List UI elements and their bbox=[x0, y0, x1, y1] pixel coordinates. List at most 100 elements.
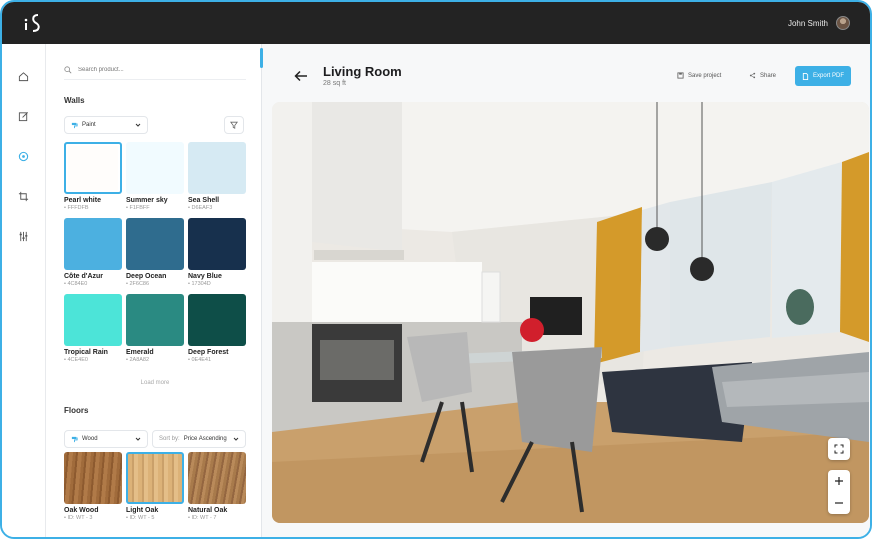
room-preview[interactable] bbox=[272, 102, 869, 523]
minus-icon bbox=[835, 502, 843, 504]
swatch-color[interactable] bbox=[188, 218, 246, 270]
floor-code: • ID: WT - 7 bbox=[188, 515, 217, 521]
swatch-name: Sea Shell bbox=[188, 197, 220, 204]
swatch-item[interactable]: Tropical Rain • 4CE4E0 bbox=[64, 294, 122, 370]
swatch-color[interactable] bbox=[126, 142, 184, 194]
swatch-code: • 0E4E41 bbox=[188, 357, 212, 363]
user-menu[interactable]: John Smith bbox=[788, 12, 850, 34]
paint-roller-icon bbox=[71, 436, 78, 442]
floor-tile-grid: Oak Wood • ID: WT - 3 Light Oak • ID: WT… bbox=[64, 452, 246, 528]
floor-swatch[interactable] bbox=[126, 452, 184, 504]
floor-item[interactable]: Oak Wood • ID: WT - 3 bbox=[64, 452, 122, 528]
top-bar: John Smith bbox=[2, 2, 870, 44]
plus-icon bbox=[835, 477, 843, 485]
swatch-code: • 2F6C86 bbox=[126, 281, 150, 287]
swatch-name: Summer sky bbox=[126, 197, 168, 204]
share-button[interactable]: Share bbox=[749, 72, 776, 79]
swatch-item[interactable]: Deep Forest • 0E4E41 bbox=[188, 294, 246, 370]
swatch-name: Côte d'Azur bbox=[64, 273, 103, 280]
floor-type-label: Wood bbox=[82, 436, 98, 442]
page-title: Living Room bbox=[323, 64, 402, 79]
home-icon[interactable] bbox=[15, 68, 31, 84]
zoom-controls bbox=[828, 470, 850, 514]
chevron-down-icon bbox=[135, 123, 141, 127]
swatch-code: • F1FBFF bbox=[126, 205, 150, 211]
chevron-down-icon bbox=[135, 437, 141, 441]
fullscreen-icon bbox=[834, 444, 844, 454]
floor-name: Light Oak bbox=[126, 507, 159, 514]
save-project-button[interactable]: Save project bbox=[677, 72, 721, 79]
zoom-in-button[interactable] bbox=[834, 470, 844, 492]
swatch-code: • FFFDFB bbox=[64, 205, 89, 211]
floor-name: Natural Oak bbox=[188, 507, 228, 514]
swatch-name: Deep Forest bbox=[188, 349, 229, 356]
swatch-item[interactable]: Pearl white • FFFDFB bbox=[64, 142, 122, 218]
swatch-item[interactable]: Emerald • 2A8A82 bbox=[126, 294, 184, 370]
swatch-name: Emerald bbox=[126, 349, 154, 356]
swatch-name: Tropical Rain bbox=[64, 349, 108, 356]
swatch-code: • 2A8A82 bbox=[126, 357, 150, 363]
swatch-color[interactable] bbox=[126, 294, 184, 346]
side-rail bbox=[2, 44, 46, 537]
room-render-image bbox=[272, 102, 869, 523]
swatch-name: Navy Blue bbox=[188, 273, 222, 280]
sort-value: Price Ascending bbox=[183, 436, 227, 442]
export-pdf-button[interactable]: Export PDF bbox=[795, 66, 851, 86]
swatch-code: • 4CE4E0 bbox=[64, 357, 88, 363]
swatch-code: • D6EAF3 bbox=[188, 205, 213, 211]
swatch-name: Pearl white bbox=[64, 197, 101, 204]
swatch-color[interactable] bbox=[64, 142, 122, 194]
share-label: Share bbox=[760, 72, 777, 79]
chevron-down-icon bbox=[233, 437, 239, 441]
document-icon bbox=[802, 72, 809, 80]
floors-title: Floors bbox=[64, 406, 89, 415]
product-panel: Walls Paint Pearl white • FFFDFB Summer … bbox=[46, 44, 262, 537]
sliders-icon[interactable] bbox=[15, 228, 31, 244]
user-name: John Smith bbox=[787, 18, 828, 28]
swatch-item[interactable]: Deep Ocean • 2F6C86 bbox=[126, 218, 184, 294]
share-icon bbox=[749, 72, 756, 79]
swatch-item[interactable]: Sea Shell • D6EAF3 bbox=[188, 142, 246, 218]
floor-type-dropdown[interactable]: Wood bbox=[64, 430, 148, 448]
app-logo[interactable] bbox=[22, 12, 46, 34]
floor-swatch[interactable] bbox=[188, 452, 246, 504]
crop-icon[interactable] bbox=[15, 188, 31, 204]
wall-swatch-grid: Pearl white • FFFDFB Summer sky • F1FBFF… bbox=[64, 142, 246, 370]
wall-type-dropdown[interactable]: Paint bbox=[64, 116, 148, 134]
app-window: John Smith Walls Paint bbox=[0, 0, 872, 539]
room-size: 28 sq ft bbox=[323, 80, 346, 87]
fullscreen-button[interactable] bbox=[828, 438, 850, 460]
floor-swatch[interactable] bbox=[64, 452, 122, 504]
sort-dropdown[interactable]: Sort by: Price Ascending bbox=[152, 430, 246, 448]
floor-item[interactable]: Natural Oak • ID: WT - 7 bbox=[188, 452, 246, 528]
swatch-color[interactable] bbox=[64, 294, 122, 346]
swatch-color[interactable] bbox=[126, 218, 184, 270]
save-label: Save project bbox=[688, 72, 722, 79]
sort-prefix: Sort by: bbox=[159, 436, 180, 442]
swatch-color[interactable] bbox=[64, 218, 122, 270]
floor-name: Oak Wood bbox=[64, 507, 99, 514]
swatch-color[interactable] bbox=[188, 294, 246, 346]
search-input[interactable] bbox=[78, 66, 228, 73]
wall-type-label: Paint bbox=[82, 122, 96, 128]
swatch-name: Deep Ocean bbox=[126, 273, 167, 280]
load-more-link[interactable]: Load more bbox=[64, 380, 246, 386]
swatch-item[interactable]: Summer sky • F1FBFF bbox=[126, 142, 184, 218]
floor-item[interactable]: Light Oak • ID: WT - 5 bbox=[126, 452, 184, 528]
swatch-item[interactable]: Navy Blue • 17304D bbox=[188, 218, 246, 294]
swatch-item[interactable]: Côte d'Azur • 4C84E0 bbox=[64, 218, 122, 294]
filter-icon bbox=[230, 121, 238, 129]
search-bar bbox=[64, 65, 246, 80]
export-label: Export PDF bbox=[812, 73, 844, 79]
filter-button[interactable] bbox=[224, 116, 244, 134]
walls-title: Walls bbox=[64, 96, 85, 105]
edit-icon[interactable] bbox=[15, 108, 31, 124]
layers-icon[interactable] bbox=[15, 148, 31, 164]
floor-code: • ID: WT - 5 bbox=[126, 515, 155, 521]
zoom-out-button[interactable] bbox=[834, 492, 844, 514]
paint-roller-icon bbox=[71, 122, 78, 128]
save-icon bbox=[677, 72, 684, 79]
back-arrow-icon[interactable] bbox=[293, 68, 309, 84]
avatar[interactable] bbox=[836, 16, 850, 30]
swatch-color[interactable] bbox=[188, 142, 246, 194]
